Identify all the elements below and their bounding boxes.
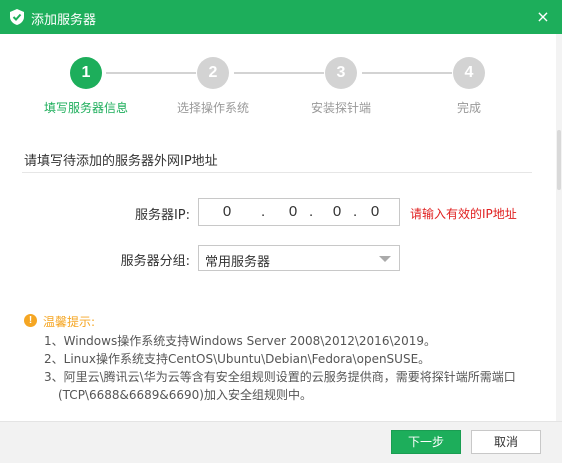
step-number: 2 <box>197 57 229 89</box>
step-fill-server-info: 1 填写服务器信息 <box>26 57 146 116</box>
section-title: 请填写待添加的服务器外网IP地址 <box>24 154 218 169</box>
section-divider <box>22 172 532 173</box>
next-button[interactable]: 下一步 <box>391 430 461 454</box>
tip-line: (TCP\6688&6689&6690)加入安全组规则中。 <box>58 388 312 402</box>
server-group-select[interactable]: 常用服务器 <box>198 245 400 271</box>
step-label: 选择操作系统 <box>176 101 249 115</box>
step-label: 安装探针端 <box>310 101 371 115</box>
select-value: 常用服务器 <box>205 255 271 270</box>
shield-check-logo-icon <box>10 9 24 25</box>
ip-separator: . <box>261 203 266 220</box>
ip-octet-4[interactable]: 0 <box>363 203 387 220</box>
tip-line: 2、Linux操作系统支持CentOS\Ubuntu\Debian\Fedora… <box>44 352 431 366</box>
ip-separator: . <box>309 203 314 220</box>
ip-octet-3[interactable]: 0 <box>325 203 349 220</box>
ip-separator: . <box>353 203 358 220</box>
step-install-agent: 3 安装探针端 <box>281 57 401 116</box>
step-number: 1 <box>70 57 102 89</box>
server-ip-label: 服务器IP: <box>134 208 190 223</box>
ip-octet-2[interactable]: 0 <box>281 203 305 220</box>
server-group-label: 服务器分组: <box>120 254 190 269</box>
ip-error-message: 请输入有效的IP地址 <box>410 207 517 221</box>
step-number: 3 <box>325 57 357 89</box>
step-label: 完成 <box>456 101 481 115</box>
server-ip-input[interactable]: 0 . 0 . 0 . 0 <box>198 198 400 226</box>
step-select-os: 2 选择操作系统 <box>153 57 273 116</box>
step-complete: 4 完成 <box>409 57 529 116</box>
close-icon[interactable]: × <box>532 6 554 28</box>
step-label: 填写服务器信息 <box>43 101 128 115</box>
tip-line: 3、阿里云\腾讯云\华为云等含有安全组规则设置的云服务提供商，需要将探针端所需端… <box>44 370 516 384</box>
window-title: 添加服务器 <box>31 13 97 28</box>
chevron-down-icon[interactable] <box>379 256 391 262</box>
scrollbar-thumb[interactable] <box>557 130 561 190</box>
ip-octet-1[interactable]: 0 <box>215 203 239 220</box>
tips-title: 温馨提示: <box>43 315 96 329</box>
progress-steps: 1 填写服务器信息 2 选择操作系统 3 安装探针端 4 完成 <box>0 57 560 117</box>
warning-icon: ! <box>24 314 37 327</box>
tip-line: 1、Windows操作系统支持Windows Server 2008\2012\… <box>44 334 437 348</box>
title-bar: 添加服务器 × <box>0 0 562 34</box>
cancel-button[interactable]: 取消 <box>471 430 541 454</box>
dialog-footer: 下一步 取消 <box>0 421 562 463</box>
step-number: 4 <box>453 57 485 89</box>
